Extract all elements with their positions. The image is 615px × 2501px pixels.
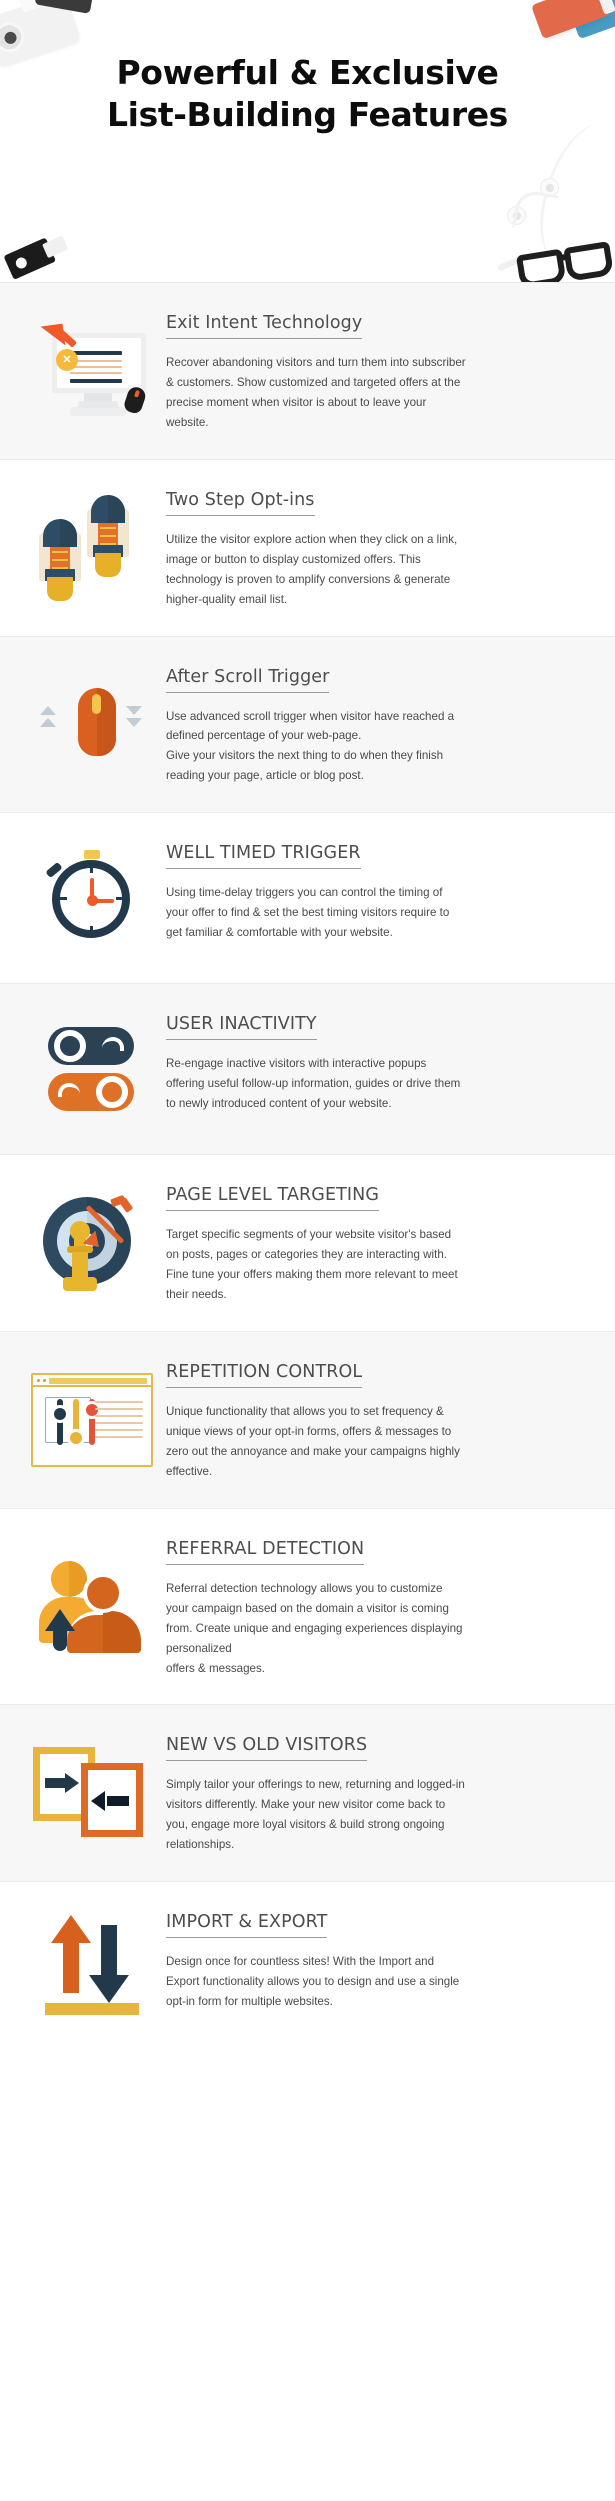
feature-text: REPETITION CONTROL Unique functionality … [166,1358,593,1482]
feature-description: Use advanced scroll trigger when visitor… [166,709,455,783]
feature-title: USER INACTIVITY [166,1014,317,1041]
feature-exit-intent-technology: ✕ Exit Intent Technology Recover abandon… [0,283,615,460]
feature-after-scroll-trigger: After Scroll Trigger Use advanced scroll… [0,636,615,814]
feature-title: NEW VS OLD VISITORS [166,1735,368,1762]
feature-description: Utilize the visitor explore action when … [166,532,458,606]
feature-title: After Scroll Trigger [166,667,330,693]
feature-referral-detection: REFERRAL DETECTION Referral detection te… [0,1508,615,1706]
feature-text: NEW VS OLD VISITORS Simply tailor your o… [166,1731,593,1855]
feature-new-vs-old-visitors: NEW VS OLD VISITORS Simply tailor your o… [0,1705,615,1883]
browser-sliders-icon [18,1361,166,1479]
page-title-line-2: List-Building Features [107,95,508,135]
feature-text: USER INACTIVITY Re-engage inactive visit… [166,1010,593,1114]
monitor-exit-arrow-icon: ✕ [18,312,166,430]
eyeglasses-icon [496,228,615,282]
feature-description: Unique functionality that allows you to … [166,1405,460,1478]
feature-two-step-opt-ins: Two Step Opt-ins Utilize the visitor exp… [0,459,615,637]
target-arrow-icon [18,1184,166,1302]
feature-description: Referral detection technology allows you… [166,1581,463,1675]
feature-well-timed-trigger: WELL TIMED TRIGGER Using time-delay trig… [0,813,615,985]
feature-user-inactivity: USER INACTIVITY Re-engage inactive visit… [0,984,615,1156]
usb-drive-icon [3,230,72,280]
feature-repetition-control: REPETITION CONTROL Unique functionality … [0,1332,615,1509]
feature-title: Exit Intent Technology [166,313,363,339]
feature-description: Using time-delay triggers you can contro… [166,886,450,940]
page-title: Powerful & Exclusive List-Building Featu… [0,52,615,136]
feature-description: Recover abandoning visitors and turn the… [166,356,466,429]
feature-text: REFERRAL DETECTION Referral detection te… [166,1535,593,1679]
feature-text: IMPORT & EXPORT Design once for countles… [166,1908,593,2012]
feature-title: PAGE LEVEL TARGETING [166,1185,380,1212]
feature-import-and-export: IMPORT & EXPORT Design once for countles… [0,1882,615,2053]
feature-text: Exit Intent Technology Recover abandonin… [166,309,593,433]
feature-title: REPETITION CONTROL [166,1362,363,1388]
stopwatch-icon [18,839,166,957]
feature-page-level-targeting: PAGE LEVEL TARGETING Target specific seg… [0,1155,615,1332]
feature-text: PAGE LEVEL TARGETING Target specific seg… [166,1181,593,1305]
two-cards-arrows-icon [18,1734,166,1852]
scroll-mouse-icon [18,665,166,783]
feature-description: Re-engage inactive visitors with interac… [166,1057,461,1111]
feature-text: Two Step Opt-ins Utilize the visitor exp… [166,486,593,610]
import-export-arrows-icon [18,1908,166,2026]
earphones-icon [507,178,569,236]
infographic-page: Powerful & Exclusive List-Building Featu… [0,0,615,2501]
feature-title: WELL TIMED TRIGGER [166,843,361,870]
close-icon: ✕ [56,348,78,371]
feature-text: After Scroll Trigger Use advanced scroll… [166,663,593,787]
page-title-line-1: Powerful & Exclusive [116,53,499,92]
feature-description: Simply tailor your offerings to new, ret… [166,1778,465,1852]
feature-title: IMPORT & EXPORT [166,1912,328,1939]
feature-text: WELL TIMED TRIGGER Using time-delay trig… [166,839,593,943]
people-referral-icon [18,1548,166,1666]
feature-title: Two Step Opt-ins [166,490,315,516]
toggle-switches-icon [18,1010,166,1128]
feature-title: REFERRAL DETECTION [166,1539,365,1565]
sneakers-icon [18,489,166,607]
feature-description: Design once for countless sites! With th… [166,1955,460,2009]
hero-header: Powerful & Exclusive List-Building Featu… [0,0,615,283]
feature-description: Target specific segments of your website… [166,1228,458,1302]
